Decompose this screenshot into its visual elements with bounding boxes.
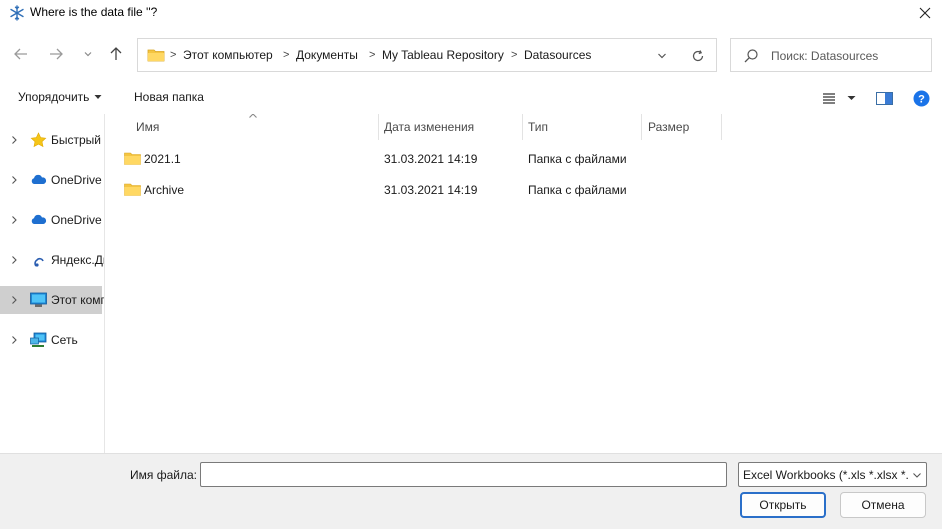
back-button[interactable] (9, 42, 33, 66)
folder-icon (124, 183, 141, 196)
navigation-pane: Быстрый доступ OneDrive OneDrive Яндекс.… (0, 114, 104, 453)
filetype-select[interactable]: Excel Workbooks (*.xls *.xlsx *.xlsm) (738, 462, 927, 487)
cloud-icon (31, 214, 47, 224)
arrow-up-icon (110, 47, 122, 60)
sidebar-item-quick-access[interactable]: Быстрый доступ (0, 126, 104, 154)
sidebar-item-onedrive[interactable]: OneDrive (0, 166, 102, 194)
open-button[interactable]: Открыть (740, 492, 826, 518)
sidebar-item-onedrive[interactable]: OneDrive (0, 206, 102, 234)
help-icon: ? (913, 90, 930, 106)
file-date: 31.03.2021 14:19 (384, 152, 478, 166)
breadcrumb-datasources[interactable]: Datasources (524, 48, 591, 62)
column-header-type[interactable]: Тип (522, 114, 642, 140)
new-folder-button[interactable]: Новая папка (134, 90, 204, 104)
forward-button[interactable] (44, 42, 68, 66)
list-view-icon (823, 93, 835, 104)
chevron-down-icon (847, 96, 856, 100)
filename-input[interactable] (205, 466, 700, 483)
star-icon (30, 132, 47, 148)
preview-pane-button[interactable] (876, 88, 893, 108)
filename-combobox[interactable] (200, 462, 920, 487)
change-view-button[interactable] (822, 88, 836, 108)
file-date: 31.03.2021 14:19 (384, 183, 478, 197)
organize-label: Упорядочить (18, 90, 90, 104)
window-title: Where is the data file ''? (30, 5, 158, 19)
address-dropdown-button[interactable] (652, 47, 672, 65)
file-name: Archive (144, 183, 185, 197)
breadcrumb-this-pc[interactable]: Этот компьютер (183, 48, 273, 62)
help-button[interactable]: ? (913, 88, 930, 108)
breadcrumb-tableau-repository[interactable]: My Tableau Repository (382, 48, 504, 62)
breadcrumb-separator: > (369, 49, 376, 61)
file-type: Папка с файлами (528, 183, 627, 197)
breadcrumb-separator: > (511, 49, 518, 61)
chevron-right-icon[interactable] (9, 255, 19, 265)
column-divider[interactable] (721, 114, 722, 140)
snowflake-icon (10, 5, 24, 21)
recent-locations-button[interactable] (76, 42, 100, 66)
view-options-button[interactable] (847, 88, 856, 108)
preview-pane-icon (876, 91, 893, 105)
breadcrumb-separator: > (283, 49, 290, 61)
chevron-down-icon (913, 472, 921, 478)
chevron-right-icon[interactable] (9, 215, 19, 225)
chevron-right-icon[interactable] (9, 135, 19, 145)
arrow-left-icon (14, 48, 27, 60)
sidebar-item-yandex-disk[interactable]: Яндекс.Диск (0, 246, 104, 274)
file-row[interactable]: 2021.1 31.03.2021 14:19 Папка с файлами (120, 145, 940, 173)
file-name: 2021.1 (144, 152, 181, 166)
chevron-right-icon[interactable] (9, 295, 19, 305)
new-folder-label: Новая папка (134, 90, 204, 104)
close-icon (919, 7, 931, 19)
cloud-icon (31, 174, 47, 184)
chevron-down-icon (94, 95, 102, 99)
yandex-disk-icon (34, 257, 44, 267)
chevron-down-icon (84, 52, 92, 57)
command-toolbar: Упорядочить Новая папка ? (0, 82, 942, 114)
sidebar-item-label: Быстрый доступ (51, 133, 104, 147)
dialog-footer: Имя файла: Excel Workbooks (*.xls *.xlsx… (0, 453, 942, 529)
breadcrumb-separator: > (170, 49, 177, 61)
sidebar-item-label: Этот компьютер (51, 293, 104, 307)
title-bar: Where is the data file ''? (0, 0, 942, 26)
navigation-bar: > Этот компьютер > Документы > My Tablea… (0, 34, 942, 74)
folder-icon (124, 152, 141, 165)
refresh-icon (692, 50, 704, 62)
file-row[interactable]: Archive 31.03.2021 14:19 Папка с файлами (120, 176, 940, 204)
column-header-size[interactable]: Размер (642, 114, 722, 140)
sidebar-item-label: OneDrive (51, 173, 102, 187)
filetype-selected: Excel Workbooks (*.xls *.xlsx *.xlsm) (743, 468, 909, 482)
file-list: Имя Дата изменения Тип Размер 2021.1 31.… (105, 114, 942, 453)
filetype-dropdown-arrow (909, 468, 925, 482)
chevron-down-icon (658, 53, 666, 59)
chevron-right-icon[interactable] (9, 335, 19, 345)
breadcrumb-documents[interactable]: Документы (296, 48, 358, 62)
column-header-name[interactable]: Имя (130, 114, 378, 140)
arrow-right-icon (50, 48, 63, 60)
sidebar-item-label: OneDrive (51, 213, 102, 227)
search-icon (744, 49, 758, 63)
column-header-date[interactable]: Дата изменения (378, 114, 522, 140)
up-button[interactable] (104, 42, 128, 66)
filename-label: Имя файла: (130, 468, 197, 482)
refresh-button[interactable] (687, 47, 709, 65)
network-icon (30, 332, 47, 347)
chevron-right-icon[interactable] (9, 175, 19, 185)
sidebar-item-label: Яндекс.Диск (51, 253, 104, 267)
cancel-button[interactable]: Отмена (840, 492, 926, 518)
sidebar-item-network[interactable]: Сеть (0, 326, 102, 354)
sidebar-item-this-pc[interactable]: Этот компьютер (0, 286, 104, 314)
address-bar[interactable]: > Этот компьютер > Документы > My Tablea… (137, 38, 717, 72)
computer-icon (30, 292, 47, 307)
folder-icon (147, 49, 165, 62)
file-type: Папка с файлами (528, 152, 627, 166)
search-input[interactable] (771, 47, 927, 65)
search-box[interactable] (730, 38, 932, 72)
sidebar-item-label: Сеть (51, 333, 78, 347)
close-button[interactable] (912, 2, 938, 24)
svg-text:?: ? (918, 93, 925, 105)
organize-button[interactable]: Упорядочить (18, 90, 102, 104)
